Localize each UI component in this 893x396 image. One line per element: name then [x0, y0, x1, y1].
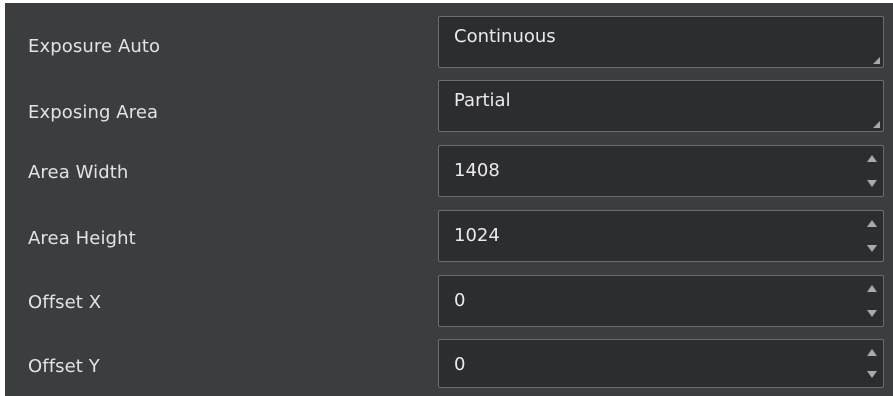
property-row-area-width: Area Width 1408: [5, 137, 893, 201]
area-width-spinbox[interactable]: 1408: [438, 145, 884, 197]
exposing-area-select[interactable]: Partial: [438, 80, 884, 132]
exposing-area-label: Exposing Area: [28, 102, 159, 123]
area-width-label: Area Width: [28, 162, 129, 183]
spin-down-icon[interactable]: [865, 173, 879, 193]
resize-grip-icon: [873, 57, 880, 64]
spin-up-icon[interactable]: [865, 279, 879, 299]
property-row-exposing-area: Exposing Area Partial: [5, 73, 893, 137]
area-height-spinbox[interactable]: 1024: [438, 210, 884, 262]
area-height-value: 1024: [454, 225, 500, 246]
spin-up-icon[interactable]: [865, 149, 879, 169]
spin-down-icon[interactable]: [865, 364, 879, 384]
spin-down-icon[interactable]: [865, 238, 879, 258]
offset-x-spinbox[interactable]: 0: [438, 275, 884, 327]
exposing-area-value: Partial: [454, 90, 511, 111]
spin-up-icon[interactable]: [865, 343, 879, 363]
offset-y-label: Offset Y: [28, 356, 100, 377]
offset-y-value: 0: [454, 354, 466, 375]
offset-x-value: 0: [454, 290, 466, 311]
resize-grip-icon: [873, 121, 880, 128]
property-row-exposure-auto: Exposure Auto Continuous: [5, 9, 893, 73]
exposure-auto-value: Continuous: [454, 26, 556, 47]
property-row-area-height: Area Height 1024: [5, 202, 893, 266]
spin-up-icon[interactable]: [865, 214, 879, 234]
area-width-value: 1408: [454, 160, 500, 181]
offset-x-label: Offset X: [28, 292, 102, 313]
exposure-auto-select[interactable]: Continuous: [438, 16, 884, 68]
offset-y-spinbox[interactable]: 0: [438, 339, 884, 388]
area-height-label: Area Height: [28, 228, 136, 249]
property-row-offset-y: Offset Y 0: [5, 331, 893, 395]
property-panel: Exposure Auto Continuous Exposing Area P…: [5, 3, 893, 396]
exposure-auto-label: Exposure Auto: [28, 36, 161, 57]
spin-down-icon[interactable]: [865, 303, 879, 323]
property-row-offset-x: Offset X 0: [5, 267, 893, 331]
